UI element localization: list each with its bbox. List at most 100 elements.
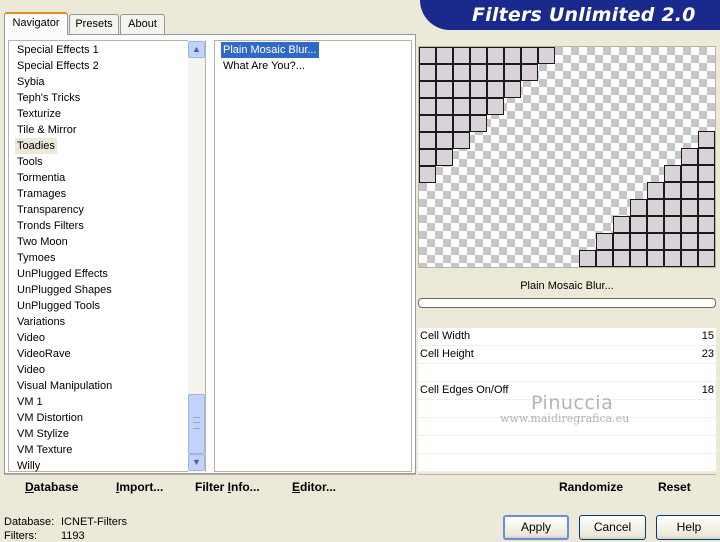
- mosaic-cell: [698, 148, 715, 165]
- scroll-thumb[interactable]: [188, 394, 205, 454]
- mosaic-cell: [681, 165, 698, 182]
- mosaic-cell: [487, 81, 504, 98]
- mosaic-cell: [419, 98, 436, 115]
- mosaic-cell: [681, 216, 698, 233]
- category-list[interactable]: Special Effects 1 Special Effects 2 Sybia T…: [8, 40, 206, 472]
- param-value: 23: [701, 348, 714, 360]
- category-item[interactable]: Video: [15, 330, 47, 346]
- filter-info-button[interactable]: Filter Info...: [195, 480, 260, 494]
- category-item[interactable]: Special Effects 2: [15, 58, 101, 74]
- import-button[interactable]: Import...: [116, 480, 163, 494]
- tab-navigator[interactable]: Navigator: [4, 12, 68, 35]
- help-button[interactable]: Help: [656, 515, 720, 540]
- mosaic-cell: [630, 250, 647, 267]
- category-item[interactable]: Sybia: [15, 74, 47, 90]
- param-row[interactable]: [418, 364, 716, 382]
- mosaic-cell: [630, 199, 647, 216]
- mosaic-cell: [436, 98, 453, 115]
- param-row[interactable]: [418, 454, 716, 472]
- mosaic-cell: [664, 216, 681, 233]
- category-item[interactable]: Tormentia: [15, 170, 67, 186]
- mosaic-cell: [453, 132, 470, 149]
- category-item[interactable]: VM Texture: [15, 442, 74, 458]
- mosaic-cell: [647, 199, 664, 216]
- category-item[interactable]: Texturize: [15, 106, 63, 122]
- mosaic-cell: [436, 132, 453, 149]
- category-item[interactable]: Two Moon: [15, 234, 70, 250]
- mosaic-cell: [453, 115, 470, 132]
- mosaic-cell: [419, 64, 436, 81]
- param-row[interactable]: [418, 436, 716, 454]
- param-value: 15: [701, 330, 714, 342]
- tab-about[interactable]: About: [120, 14, 165, 34]
- param-label: Cell Height: [420, 348, 474, 360]
- chevron-down-icon[interactable]: ▼: [188, 454, 205, 471]
- category-item[interactable]: Tymoes: [15, 250, 58, 266]
- mosaic-cell: [681, 233, 698, 250]
- mosaic-cell: [647, 216, 664, 233]
- title-banner: Filters Unlimited 2.0: [420, 0, 720, 30]
- mosaic-cell: [453, 81, 470, 98]
- category-item[interactable]: UnPlugged Shapes: [15, 282, 114, 298]
- mosaic-cell: [664, 182, 681, 199]
- category-item[interactable]: Tramages: [15, 186, 68, 202]
- category-item[interactable]: Toadies: [15, 138, 57, 154]
- category-item[interactable]: UnPlugged Tools: [15, 298, 102, 314]
- mosaic-cell: [470, 64, 487, 81]
- mosaic-cell: [630, 233, 647, 250]
- category-item[interactable]: Variations: [15, 314, 67, 330]
- category-item[interactable]: Visual Manipulation: [15, 378, 114, 394]
- mosaic-cell: [698, 131, 715, 148]
- banner-title: Filters Unlimited 2.0: [472, 4, 696, 26]
- tab-presets[interactable]: Presets: [69, 14, 119, 34]
- filter-list[interactable]: Plain Mosaic Blur... What Are You?...: [214, 40, 412, 472]
- mosaic-cell: [613, 233, 630, 250]
- mosaic-cell: [487, 98, 504, 115]
- category-item[interactable]: VM Distortion: [15, 410, 85, 426]
- category-item[interactable]: Willy: [15, 458, 42, 474]
- category-item[interactable]: Tools: [15, 154, 45, 170]
- param-row[interactable]: Cell Width 15: [418, 328, 716, 346]
- category-item[interactable]: Special Effects 1: [15, 42, 101, 58]
- category-item[interactable]: Tronds Filters: [15, 218, 86, 234]
- category-item[interactable]: UnPlugged Effects: [15, 266, 110, 282]
- apply-button[interactable]: Apply: [503, 515, 569, 540]
- category-item[interactable]: Tile & Mirror: [15, 122, 78, 138]
- mosaic-cell: [579, 250, 596, 267]
- mosaic-cell: [698, 233, 715, 250]
- mosaic-cell: [698, 216, 715, 233]
- mosaic-cell: [436, 115, 453, 132]
- mosaic-cell: [436, 47, 453, 64]
- filter-item[interactable]: Plain Mosaic Blur...: [221, 42, 319, 58]
- cancel-button[interactable]: Cancel: [579, 515, 646, 540]
- status-database-value: ICNET-Filters: [61, 516, 127, 528]
- category-item[interactable]: Video: [15, 362, 47, 378]
- randomize-button[interactable]: Randomize: [559, 480, 623, 494]
- category-item[interactable]: VM 1: [15, 394, 45, 410]
- filter-item[interactable]: What Are You?...: [221, 58, 307, 74]
- mosaic-cell: [453, 64, 470, 81]
- progress-bar: [418, 298, 716, 308]
- chevron-up-icon[interactable]: ▲: [188, 41, 205, 58]
- mosaic-cell: [596, 233, 613, 250]
- mosaic-cell: [596, 250, 613, 267]
- mosaic-cell: [698, 199, 715, 216]
- watermark-site: www.maidiregrafica.eu: [500, 412, 630, 425]
- mosaic-cell: [664, 165, 681, 182]
- param-row[interactable]: Cell Height 23: [418, 346, 716, 364]
- param-label: Cell Width: [420, 330, 471, 342]
- category-item[interactable]: VideoRave: [15, 346, 73, 362]
- mosaic-cell: [436, 149, 453, 166]
- category-item[interactable]: VM Stylize: [15, 426, 71, 442]
- category-scrollbar[interactable]: ▲ ▼: [188, 40, 205, 472]
- mosaic-cell: [470, 115, 487, 132]
- database-button[interactable]: Database: [25, 480, 78, 494]
- category-item[interactable]: Transparency: [15, 202, 86, 218]
- status-filters-label: Filters:: [4, 530, 37, 542]
- mosaic-cell: [647, 250, 664, 267]
- reset-button[interactable]: Reset: [658, 480, 691, 494]
- mosaic-cell: [681, 148, 698, 165]
- mosaic-cell: [613, 216, 630, 233]
- category-item[interactable]: Teph's Tricks: [15, 90, 82, 106]
- editor-button[interactable]: Editor...: [292, 480, 336, 494]
